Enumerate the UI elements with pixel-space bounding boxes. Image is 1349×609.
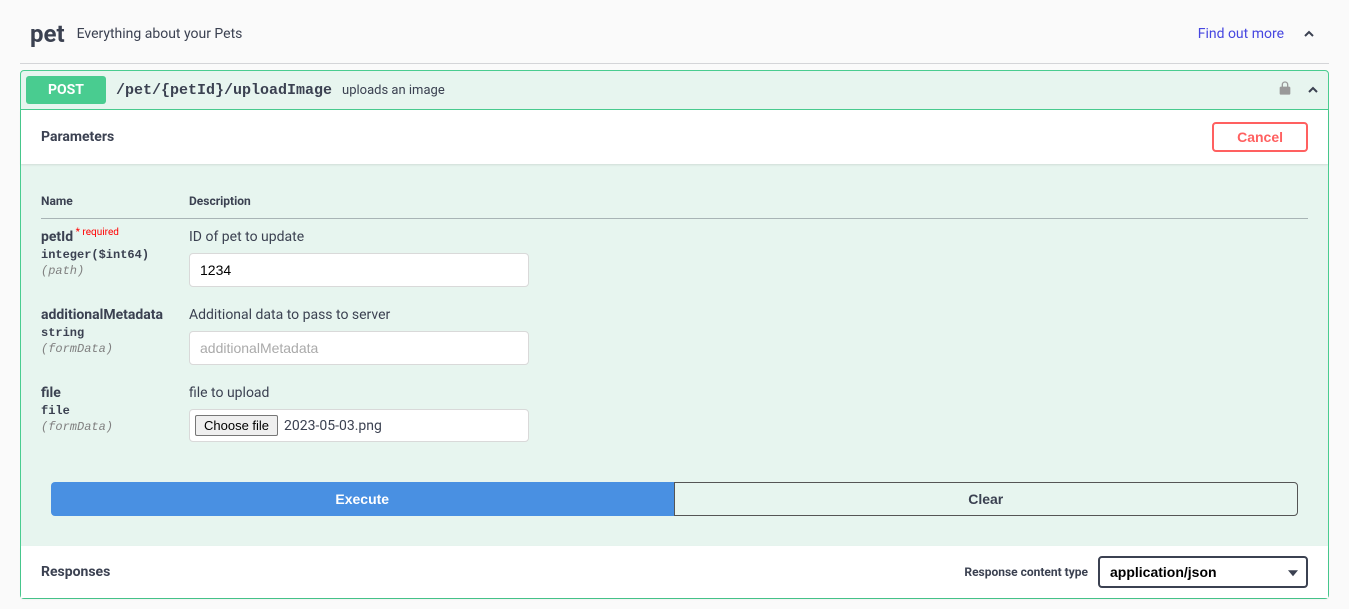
choose-file-button[interactable]: Choose file: [195, 415, 278, 436]
selected-file-name: 2023-05-03.png: [284, 418, 382, 434]
operation-description: uploads an image: [342, 83, 1277, 98]
operation-summary[interactable]: POST /pet/{petId}/uploadImage uploads an…: [21, 71, 1328, 110]
param-type: string: [41, 326, 189, 340]
clear-button[interactable]: Clear: [674, 482, 1299, 516]
parameters-header: Parameters Cancel: [21, 110, 1328, 164]
petid-input[interactable]: [189, 253, 529, 287]
file-input[interactable]: Choose file 2023-05-03.png: [189, 409, 529, 442]
param-in: (path): [41, 264, 189, 278]
additional-metadata-input[interactable]: [189, 331, 529, 365]
parameters-body: Name Description petId * required intege…: [21, 164, 1328, 546]
param-type: integer($int64): [41, 248, 189, 262]
find-out-more-link[interactable]: Find out more: [1198, 26, 1284, 42]
operation-block: POST /pet/{petId}/uploadImage uploads an…: [20, 70, 1329, 599]
table-row: additionalMetadata string (formData) Add…: [41, 297, 1308, 375]
column-header-name: Name: [41, 184, 189, 219]
table-row: petId * required integer($int64) (path) …: [41, 219, 1308, 298]
parameters-table: Name Description petId * required intege…: [41, 184, 1308, 452]
execute-button[interactable]: Execute: [51, 482, 674, 516]
tag-description: Everything about your Pets: [77, 26, 1198, 42]
param-name: file: [41, 385, 189, 401]
cancel-button[interactable]: Cancel: [1212, 122, 1308, 152]
response-content-type-select[interactable]: application/json: [1098, 556, 1308, 588]
parameters-title: Parameters: [41, 129, 114, 145]
column-header-description: Description: [189, 184, 1308, 219]
chevron-up-icon[interactable]: [1303, 80, 1323, 100]
responses-header: Responses Response content type applicat…: [21, 546, 1328, 598]
response-content-type-label: Response content type: [964, 565, 1088, 579]
method-badge: POST: [26, 76, 106, 104]
tag-header[interactable]: pet Everything about your Pets Find out …: [20, 0, 1329, 64]
param-description: Additional data to pass to server: [189, 307, 1308, 323]
tag-title: pet: [30, 20, 65, 48]
table-row: file file (formData) file to upload Choo…: [41, 375, 1308, 452]
lock-icon[interactable]: [1277, 80, 1293, 100]
operation-path: /pet/{petId}/uploadImage: [116, 82, 332, 99]
param-name: additionalMetadata: [41, 307, 189, 323]
param-description: ID of pet to update: [189, 229, 1308, 245]
param-description: file to upload: [189, 385, 1308, 401]
responses-title: Responses: [41, 564, 110, 580]
action-row: Execute Clear: [51, 482, 1298, 516]
chevron-up-icon[interactable]: [1299, 24, 1319, 44]
param-type: file: [41, 404, 189, 418]
param-name: petId: [41, 229, 73, 245]
param-in: (formData): [41, 420, 189, 434]
param-in: (formData): [41, 342, 189, 356]
required-indicator: * required: [73, 227, 119, 238]
